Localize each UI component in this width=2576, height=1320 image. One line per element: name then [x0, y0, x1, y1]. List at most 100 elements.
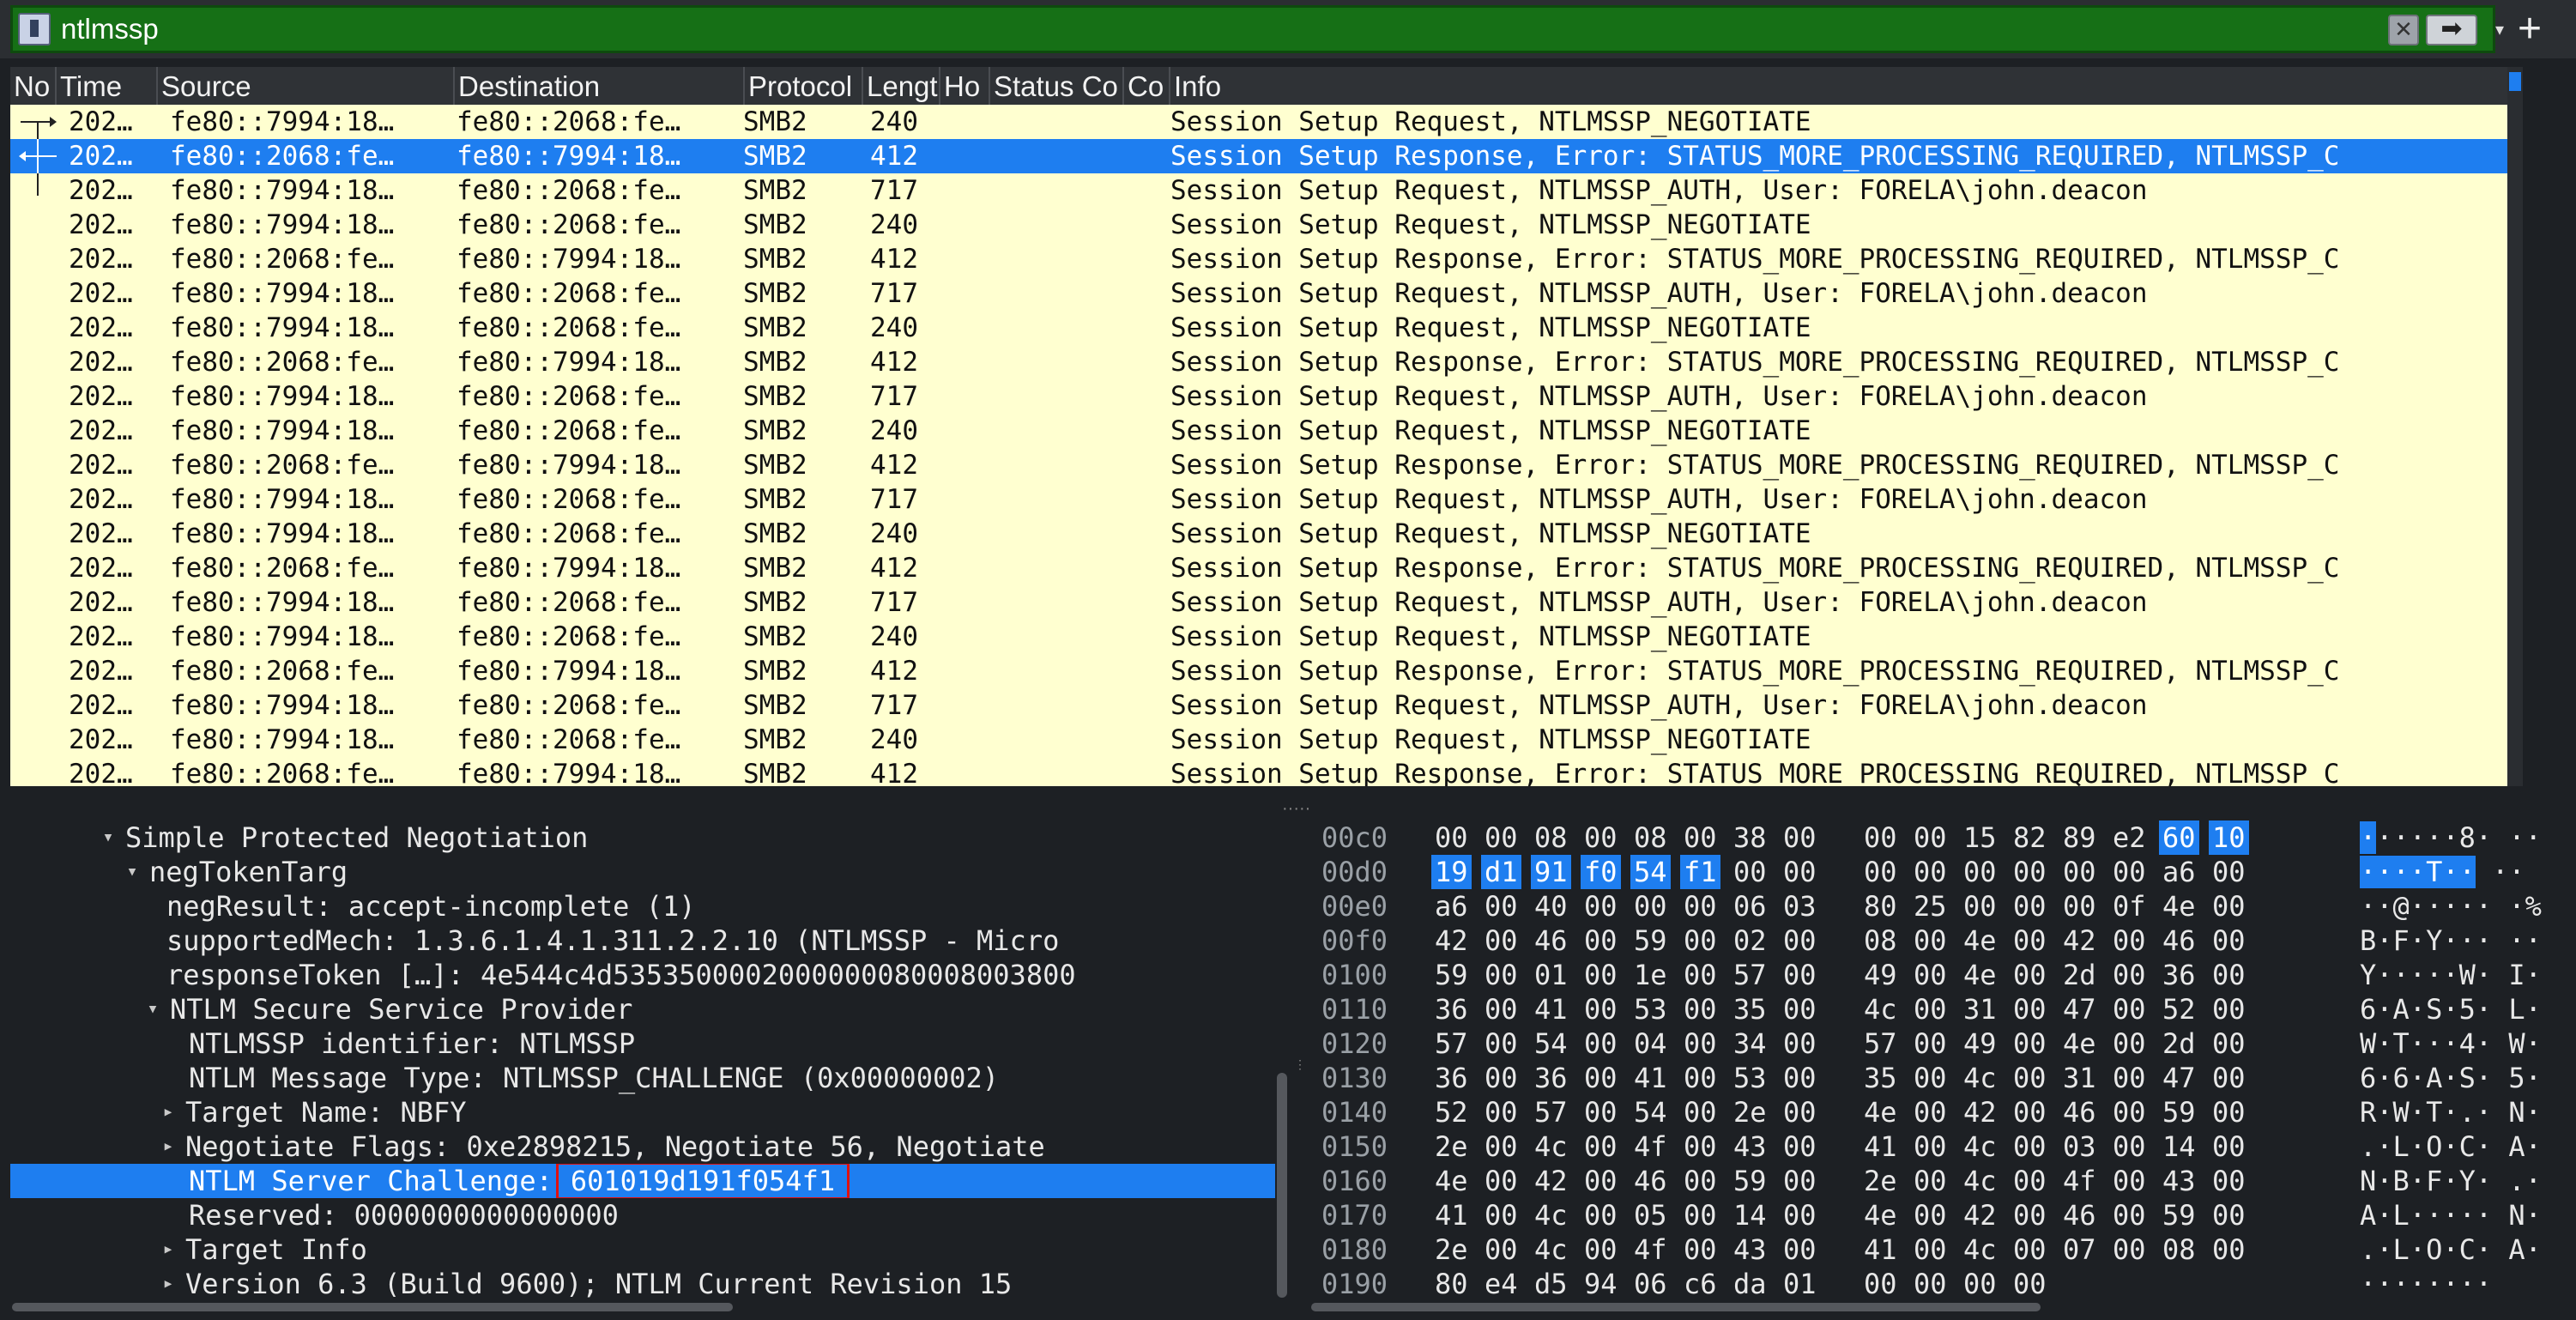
hex-byte[interactable]: 38 — [1733, 820, 1767, 855]
ascii-dump[interactable]: ········ — [2360, 1267, 2492, 1301]
hex-byte[interactable]: 00 — [1783, 855, 1817, 889]
hex-byte[interactable]: a6 — [1435, 889, 1468, 923]
hex-byte[interactable]: 2d — [2063, 958, 2096, 992]
display-filter-input[interactable] — [61, 8, 2378, 51]
expanded-arrow-icon[interactable]: ▾ — [122, 855, 142, 889]
hex-byte[interactable]: 00 — [1485, 992, 1518, 1026]
hex-byte[interactable]: 00 — [2013, 1198, 2047, 1232]
details-bytes-splitter[interactable]: ⋮ — [1294, 1057, 1306, 1083]
hex-byte[interactable]: 00 — [1684, 958, 1717, 992]
hex-byte[interactable]: 00 — [1485, 889, 1518, 923]
hex-byte[interactable]: 00 — [2013, 1267, 2047, 1301]
hex-byte[interactable]: a6 — [2162, 855, 2196, 889]
hex-byte[interactable]: 4c — [1534, 1232, 1568, 1267]
detail-tree-row[interactable]: ▸ Negotiate Flags: 0xe2898215, Negotiate … — [10, 1129, 1275, 1164]
details-horizontal-scroll-thumb[interactable] — [12, 1303, 733, 1311]
hex-byte[interactable]: 00 — [1584, 820, 1618, 855]
hex-byte[interactable]: 49 — [1864, 958, 1897, 992]
hex-byte[interactable]: 57 — [1435, 1026, 1468, 1061]
add-filter-button[interactable]: + — [2506, 5, 2554, 53]
hex-byte[interactable]: 00 — [1634, 889, 1667, 923]
hex-byte[interactable]: 4f — [2063, 1164, 2096, 1198]
packet-row[interactable]: 202… fe80::7994:18… fe80::2068:fe… SMB2 240 S… — [10, 414, 2507, 448]
hex-byte[interactable]: 4e — [1963, 923, 1997, 958]
hex-byte[interactable]: 46 — [2063, 1095, 2096, 1129]
hex-byte[interactable]: 41 — [1864, 1232, 1897, 1267]
detail-tree-row[interactable]: NTLMSSP identifier: NTLMSSP — [10, 1026, 1275, 1061]
hex-byte[interactable]: 00 — [1963, 855, 1997, 889]
hex-byte[interactable]: 4e — [2162, 889, 2196, 923]
hex-byte[interactable]: 4f — [1634, 1232, 1667, 1267]
hex-byte[interactable]: 57 — [1864, 1026, 1897, 1061]
hex-byte[interactable]: 00 — [1783, 1026, 1817, 1061]
hex-byte[interactable]: 00 — [1914, 923, 1947, 958]
hex-byte[interactable]: 00 — [2113, 1129, 2146, 1164]
hex-byte[interactable]: 00 — [2212, 1026, 2246, 1061]
hex-byte[interactable]: 00 — [1584, 992, 1618, 1026]
column-header-time[interactable]: Time — [57, 67, 158, 105]
hex-byte[interactable]: 00 — [1864, 855, 1897, 889]
hex-byte[interactable]: 52 — [2162, 992, 2196, 1026]
hex-byte[interactable]: 00 — [2113, 1164, 2146, 1198]
hex-byte[interactable]: 00 — [1684, 1164, 1717, 1198]
hex-byte[interactable]: 00 — [2013, 1095, 2047, 1129]
hex-byte[interactable]: 2e — [1435, 1232, 1468, 1267]
hex-byte[interactable]: 03 — [2063, 1129, 2096, 1164]
hex-byte[interactable]: 00 — [1914, 1095, 1947, 1129]
hex-byte[interactable]: 2e — [1733, 1095, 1767, 1129]
ascii-dump[interactable]: ····T·· ·· — [2360, 855, 2525, 889]
hex-byte[interactable]: 01 — [1783, 1267, 1817, 1301]
hex-byte[interactable]: 00 — [1783, 1129, 1817, 1164]
packet-row[interactable]: 202… fe80::7994:18… fe80::2068:fe… SMB2 717 S… — [10, 585, 2507, 620]
hex-byte[interactable]: 43 — [1733, 1129, 1767, 1164]
hex-byte[interactable]: 42 — [2063, 923, 2096, 958]
hex-byte[interactable]: 00 — [1485, 1061, 1518, 1095]
hex-byte[interactable]: 00 — [2013, 855, 2047, 889]
hex-byte[interactable]: 10 — [2209, 820, 2249, 855]
hex-byte[interactable]: 01 — [1534, 958, 1568, 992]
hex-byte[interactable]: 00 — [1485, 1232, 1518, 1267]
hex-byte[interactable]: 00 — [1914, 958, 1947, 992]
hex-byte[interactable]: 57 — [1534, 1095, 1568, 1129]
hex-byte[interactable]: 43 — [1733, 1232, 1767, 1267]
hex-byte[interactable]: 4e — [1435, 1164, 1468, 1198]
ascii-dump[interactable]: N·B·F·Y· .· — [2360, 1164, 2542, 1198]
detail-tree-row[interactable]: ▸ Target Name: NBFY — [10, 1095, 1275, 1129]
bytes-horizontal-scroll-thumb[interactable] — [1311, 1303, 2041, 1311]
hex-byte[interactable]: 00 — [1914, 820, 1947, 855]
hex-byte[interactable]: 42 — [1435, 923, 1468, 958]
hex-byte[interactable]: 00 — [1435, 820, 1468, 855]
ascii-dump[interactable]: Y·····W· I· — [2360, 958, 2542, 992]
hex-byte[interactable]: 14 — [2162, 1129, 2196, 1164]
hex-byte[interactable]: 08 — [1634, 820, 1667, 855]
hex-byte[interactable]: 59 — [2162, 1095, 2196, 1129]
hex-byte[interactable]: 06 — [1733, 889, 1767, 923]
hex-byte[interactable]: 36 — [1435, 1061, 1468, 1095]
details-scroll-thumb[interactable] — [1277, 1073, 1287, 1298]
hex-byte[interactable]: 00 — [1485, 1095, 1518, 1129]
packet-row[interactable]: 202… fe80::7994:18… fe80::2068:fe… SMB2 717 S… — [10, 688, 2507, 723]
expanded-arrow-icon[interactable]: ▾ — [98, 820, 118, 855]
hex-byte[interactable]: 31 — [2063, 1061, 2096, 1095]
packet-row[interactable]: 202… fe80::7994:18… fe80::2068:fe… SMB2 240 S… — [10, 620, 2507, 654]
detail-tree-row[interactable]: responseToken […]: 4e544c4d5353500002000… — [10, 958, 1275, 992]
packet-row[interactable]: 202… fe80::7994:18… fe80::2068:fe… SMB2 240 S… — [10, 105, 2507, 139]
hex-byte[interactable]: 00 — [2013, 1164, 2047, 1198]
packet-row[interactable]: 202… fe80::2068:fe… fe80::7994:18… SMB2 412 S… — [10, 757, 2507, 786]
hex-byte[interactable]: 00 — [2013, 1061, 2047, 1095]
column-header-content[interactable]: Co — [1124, 67, 1170, 105]
hex-byte[interactable]: 4c — [1963, 1164, 1997, 1198]
packet-row[interactable]: 202… fe80::7994:18… fe80::2068:fe… SMB2 240 S… — [10, 311, 2507, 345]
hex-byte[interactable]: 41 — [1534, 992, 1568, 1026]
hex-byte[interactable]: 05 — [1634, 1198, 1667, 1232]
hex-byte[interactable]: 4c — [1963, 1232, 1997, 1267]
hex-byte[interactable]: 00 — [1485, 958, 1518, 992]
hex-byte[interactable]: 00 — [1584, 1198, 1618, 1232]
hex-byte[interactable]: 08 — [2162, 1232, 2196, 1267]
hex-byte[interactable]: 00 — [1963, 1267, 1997, 1301]
hex-byte[interactable]: 00 — [1783, 923, 1817, 958]
hex-byte[interactable]: 08 — [1534, 820, 1568, 855]
hex-byte[interactable]: 00 — [1584, 958, 1618, 992]
detail-tree-row[interactable]: ▾ NTLM Secure Service Provider — [10, 992, 1275, 1026]
hex-byte[interactable]: 43 — [2162, 1164, 2196, 1198]
